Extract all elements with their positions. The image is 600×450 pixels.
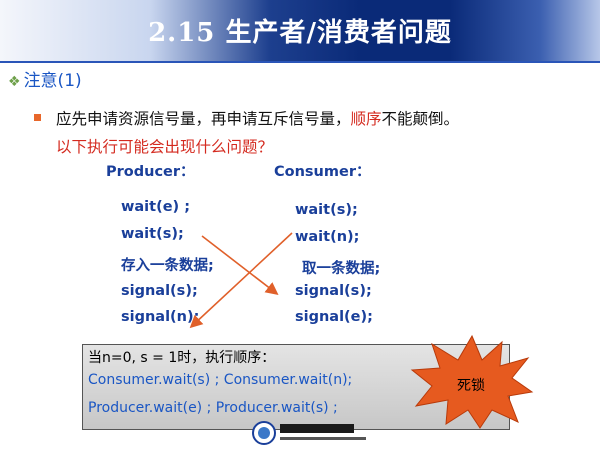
consumer-line: wait(s); [295, 202, 358, 218]
title-bar: 2.15 生产者/消费者问题 [0, 0, 600, 62]
slide-title: 2.15 生产者/消费者问题 [148, 18, 452, 48]
bullet-text-highlight: 顺序 [350, 110, 382, 128]
consumer-line: signal(s); [295, 283, 372, 299]
producer-header: Producer： [106, 164, 195, 180]
square-bullet-icon [34, 112, 44, 122]
consumer-line: signal(e); [295, 309, 373, 325]
condition-header: 当n=0, s = 1时，执行顺序： [88, 350, 276, 366]
arrow-consumer-to-producer [189, 232, 293, 329]
condition-line-producer: Producer.wait(e) ; Producer.wait(s) ; [88, 400, 338, 416]
producer-line: wait(e) ; [121, 199, 191, 215]
bullet-text-part2: 不能颠倒。 [381, 110, 460, 128]
bullet-text-part1: 应先申请资源信号量，再申请互斥信号量， [56, 110, 351, 128]
bullet-text: 应先申请资源信号量，再申请互斥信号量，顺序不能颠倒。 [56, 107, 459, 129]
consumer-line: wait(n); [295, 229, 360, 245]
consumer-line: 取一条数据; [302, 261, 381, 277]
title-underline [0, 61, 600, 63]
producer-line: signal(n); [121, 309, 200, 325]
diamond-cluster-icon: ❖ [8, 74, 21, 90]
consumer-header: Consumer： [274, 164, 371, 180]
producer-line: wait(s); [121, 226, 184, 242]
producer-line: 存入一条数据; [121, 258, 214, 274]
condition-line-consumer: Consumer.wait(s) ; Consumer.wait(n); [88, 372, 353, 388]
deadlock-label: 死锁 [457, 378, 485, 394]
producer-line: signal(s); [121, 283, 198, 299]
question-text: 以下执行可能会出现什么问题？ [56, 138, 274, 156]
section-heading: ❖ 注意(1) [8, 66, 82, 91]
section-heading-text: 注意(1) [23, 71, 82, 91]
university-logo-icon [252, 421, 366, 445]
